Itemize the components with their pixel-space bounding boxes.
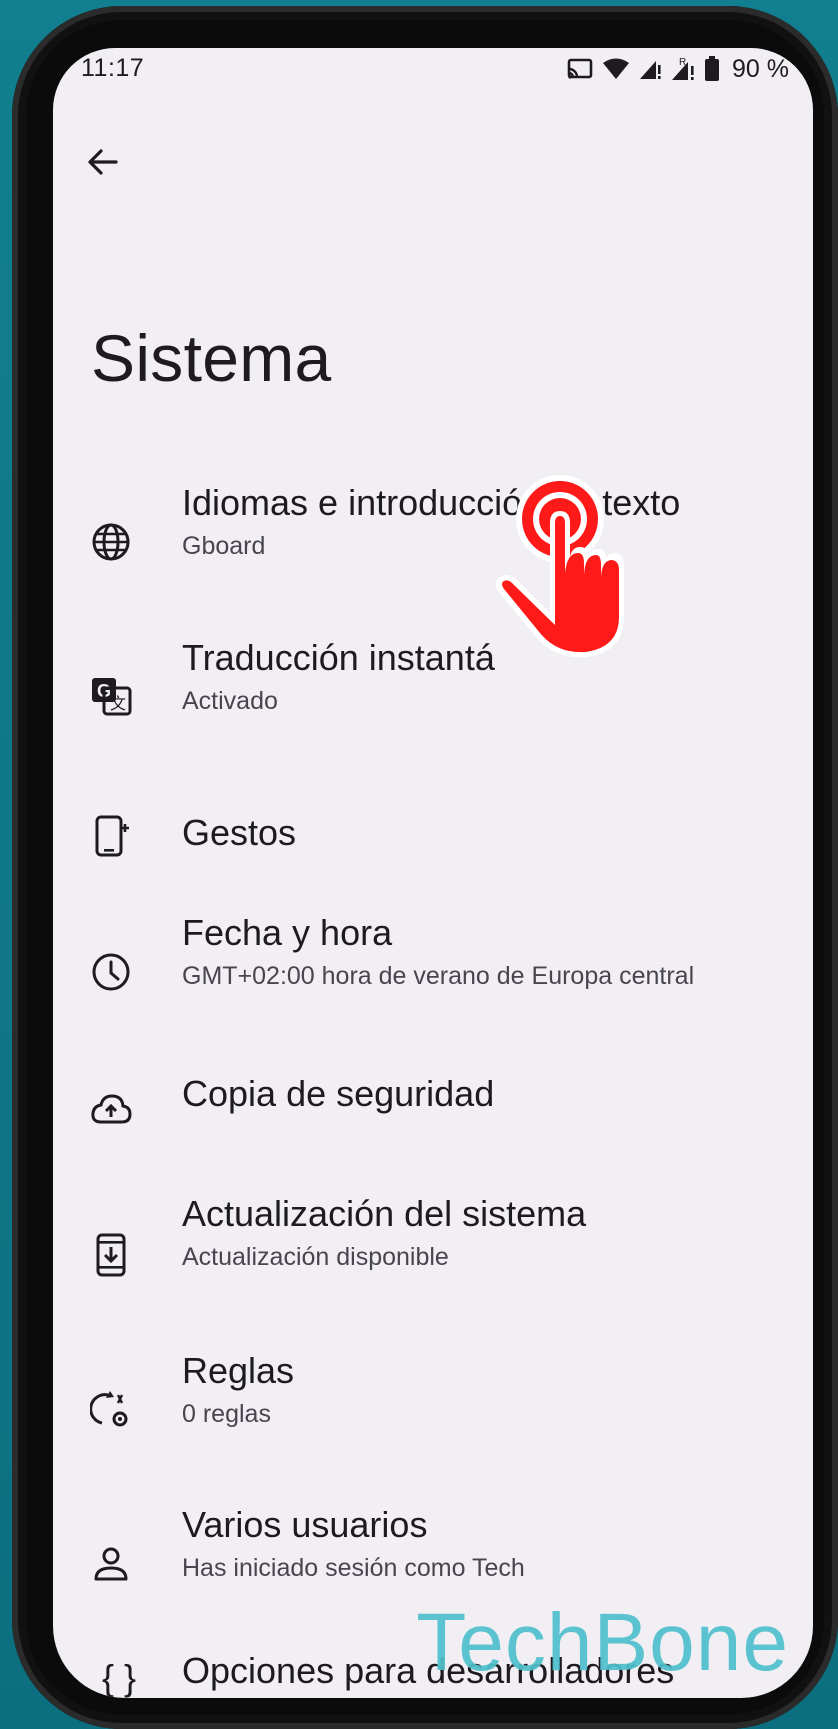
system-update-icon — [89, 1233, 133, 1277]
status-icons: R 90 % — [566, 52, 789, 86]
item-title: Idiomas e introducción de texto — [182, 482, 681, 523]
battery-icon — [704, 56, 720, 82]
globe-icon — [89, 520, 133, 564]
rules-icon — [89, 1388, 133, 1432]
item-title: Varios usuarios — [182, 1504, 428, 1545]
cast-icon — [566, 57, 594, 81]
item-title: Reglas — [182, 1350, 295, 1391]
signal-roaming-icon-2: R — [670, 56, 696, 82]
clock-icon — [89, 950, 133, 994]
settings-item-system-update[interactable]: Actualización del sistema Actualización … — [53, 1193, 813, 1323]
phone-gesture-icon — [89, 814, 133, 858]
signal-icon-1 — [638, 57, 662, 81]
item-title: Fecha y hora — [182, 912, 393, 953]
settings-item-rules[interactable]: Reglas 0 reglas — [53, 1346, 813, 1476]
arrow-back-icon — [85, 144, 121, 185]
svg-text:文: 文 — [110, 695, 126, 713]
settings-item-gestures[interactable]: Gestos — [53, 788, 813, 918]
item-subtitle: 0 reglas — [182, 1400, 271, 1428]
phone-screen: 11:17 R 90 % Sistema Idiomas e introducc… — [53, 48, 813, 1698]
svg-text:R: R — [679, 57, 686, 68]
item-title: Actualización del sistema — [182, 1193, 587, 1234]
battery-percent: 90 % — [732, 54, 789, 83]
cloud-upload-icon — [89, 1087, 133, 1131]
settings-item-backup[interactable]: Copia de seguridad — [53, 1063, 813, 1193]
item-title: Gestos — [182, 812, 297, 853]
back-button[interactable] — [79, 140, 127, 188]
status-time: 11:17 — [81, 54, 145, 82]
item-subtitle: Has iniciado sesión como Tech — [182, 1554, 525, 1582]
background: 11:17 R 90 % Sistema Idiomas e introducc… — [0, 0, 838, 1729]
status-bar: 11:17 R 90 % — [53, 48, 813, 118]
item-subtitle: Actualización disponible — [182, 1243, 449, 1271]
wifi-icon — [602, 57, 630, 81]
braces-icon: { } — [101, 1657, 137, 1698]
watermark: TechBone — [416, 1597, 789, 1688]
item-subtitle: Activado — [182, 687, 278, 715]
item-subtitle: Gboard — [182, 532, 266, 560]
settings-item-live-translate[interactable]: G 文 Traducción instantá Activado — [53, 633, 813, 763]
item-title: Copia de seguridad — [182, 1073, 495, 1114]
translate-icon: G 文 — [89, 673, 133, 717]
settings-item-date-time[interactable]: Fecha y hora GMT+02:00 hora de verano de… — [53, 912, 813, 1048]
settings-item-languages[interactable]: Idiomas e introducción de texto Gboard — [53, 478, 813, 608]
page-title: Sistema — [91, 321, 332, 395]
item-subtitle: GMT+02:00 hora de verano de Europa centr… — [182, 962, 695, 990]
item-title: Traducción instantá — [182, 637, 495, 678]
person-icon — [89, 1542, 133, 1586]
